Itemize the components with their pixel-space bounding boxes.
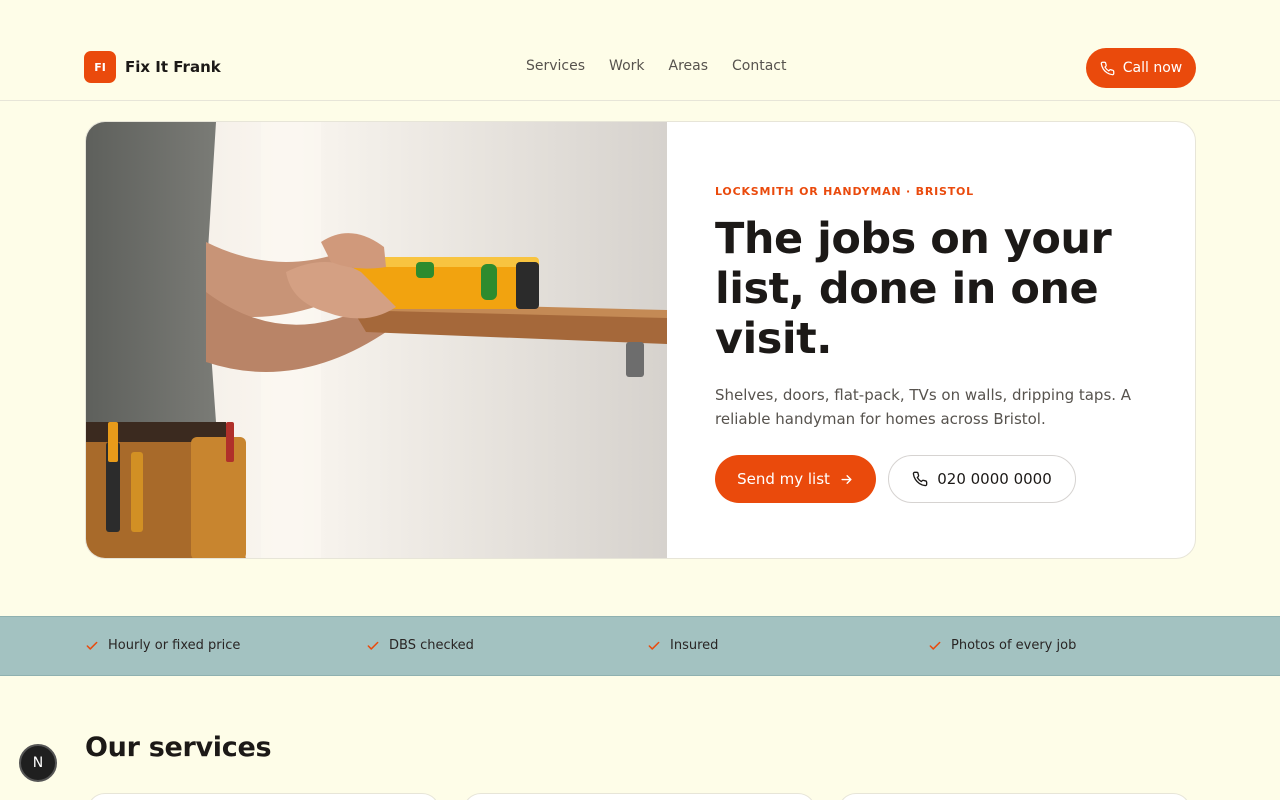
site-header: FI Fix It Frank Services Work Areas Cont… bbox=[0, 0, 1280, 101]
trust-item-label: Hourly or fixed price bbox=[108, 638, 241, 653]
check-icon bbox=[367, 641, 379, 650]
phone-icon bbox=[912, 471, 928, 487]
trust-item-label: Photos of every job bbox=[951, 638, 1077, 653]
arrow-right-icon bbox=[841, 474, 852, 484]
call-now-label: Call now bbox=[1122, 60, 1183, 76]
nav-item-contact[interactable]: Contact bbox=[732, 58, 786, 74]
check-icon bbox=[648, 641, 660, 650]
services-heading: Our services bbox=[85, 732, 272, 763]
call-now-button[interactable]: Call now bbox=[1086, 48, 1196, 88]
brand-name: Fix It Frank bbox=[125, 58, 221, 76]
logo-badge: FI bbox=[84, 51, 116, 83]
trust-item-label: Insured bbox=[670, 638, 719, 653]
main-nav: Services Work Areas Contact bbox=[526, 58, 786, 74]
hero-eyebrow: LOCKSMITH OR HANDYMAN · BRISTOL bbox=[715, 185, 974, 198]
logo[interactable]: FI Fix It Frank bbox=[84, 51, 221, 83]
phone-number-button[interactable]: 020 0000 0000 bbox=[888, 455, 1076, 503]
trust-item: Insured bbox=[647, 638, 718, 653]
send-my-list-label: Send my list bbox=[737, 470, 830, 488]
check-icon bbox=[86, 641, 98, 650]
service-card[interactable] bbox=[838, 793, 1191, 800]
send-my-list-button[interactable]: Send my list bbox=[715, 455, 876, 503]
check-icon bbox=[929, 641, 941, 650]
phone-icon bbox=[1100, 61, 1115, 75]
hero-headline: The jobs on your list, done in one visit… bbox=[715, 214, 1112, 364]
trust-item: Photos of every job bbox=[928, 638, 1076, 653]
nav-item-areas[interactable]: Areas bbox=[669, 58, 709, 74]
hero-card: LOCKSMITH OR HANDYMAN · BRISTOL The jobs… bbox=[85, 121, 1196, 559]
trust-item: Hourly or fixed price bbox=[85, 638, 240, 653]
trust-item: DBS checked bbox=[366, 638, 474, 653]
dev-tools-badge[interactable]: N bbox=[19, 744, 57, 782]
nav-item-work[interactable]: Work bbox=[609, 58, 644, 74]
nav-item-services[interactable]: Services bbox=[526, 58, 585, 74]
trust-strip: Hourly or fixed price DBS checked Insure… bbox=[0, 616, 1280, 676]
trust-item-label: DBS checked bbox=[389, 638, 474, 653]
hero-subtext: Shelves, doors, flat-pack, TVs on walls,… bbox=[715, 386, 1132, 428]
service-card[interactable] bbox=[463, 793, 816, 800]
phone-number-label: 020 0000 0000 bbox=[937, 470, 1052, 488]
service-card[interactable] bbox=[87, 793, 440, 800]
hero-image bbox=[86, 122, 667, 558]
